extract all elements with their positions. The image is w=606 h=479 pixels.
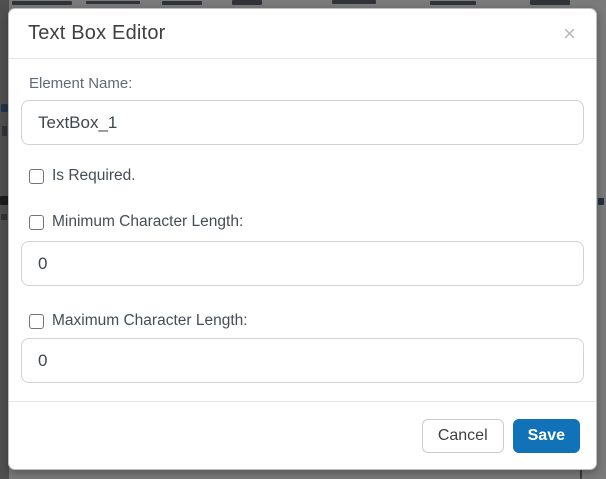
dialog-title: Text Box Editor (28, 22, 166, 45)
element-name-label: Element Name: (29, 75, 584, 92)
cancel-button[interactable]: Cancel (422, 419, 504, 453)
backdrop-artifact (232, 0, 262, 5)
max-length-row: Maximum Character Length: (21, 312, 584, 330)
dialog-header: Text Box Editor × (9, 9, 596, 59)
backdrop-artifact (430, 1, 476, 5)
is-required-checkbox[interactable] (29, 169, 44, 184)
backdrop-artifact (332, 0, 376, 4)
min-length-checkbox[interactable] (29, 215, 44, 230)
backdrop-artifact (530, 0, 570, 5)
is-required-row: Is Required. (21, 167, 584, 185)
dialog-footer: Cancel Save (9, 401, 596, 469)
backdrop-artifact (12, 1, 72, 5)
backdrop-artifact (1, 104, 8, 112)
is-required-label: Is Required. (52, 167, 136, 185)
backdrop-artifact (86, 1, 140, 4)
min-length-input[interactable] (21, 241, 584, 286)
backdrop-artifact (1, 214, 7, 220)
backdrop-artifact (162, 1, 202, 5)
max-length-label: Maximum Character Length: (52, 312, 248, 330)
dialog-body: Element Name: Is Required. Minimum Chara… (9, 59, 596, 401)
min-length-label: Minimum Character Length: (52, 213, 243, 231)
close-icon[interactable]: × (559, 22, 580, 46)
max-length-checkbox[interactable] (29, 314, 44, 329)
backdrop-artifact (2, 126, 7, 136)
max-length-input[interactable] (21, 338, 584, 383)
text-box-editor-dialog: Text Box Editor × Element Name: Is Requi… (8, 8, 597, 470)
min-length-row: Minimum Character Length: (21, 213, 584, 231)
element-name-input[interactable] (21, 100, 584, 145)
backdrop-artifact (598, 198, 604, 205)
save-button[interactable]: Save (513, 419, 580, 453)
